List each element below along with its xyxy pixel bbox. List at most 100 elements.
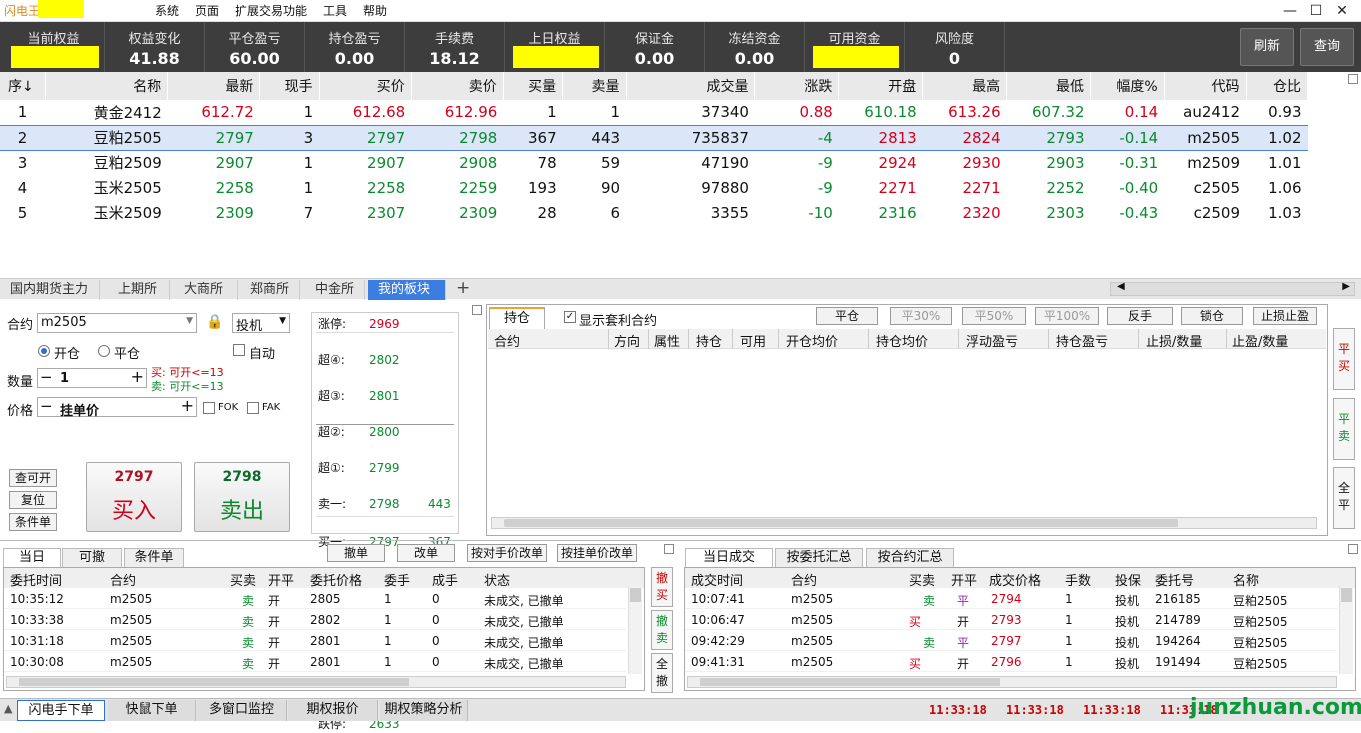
trades-hscrollbar[interactable] [687, 676, 1337, 688]
close-100-button[interactable]: 平100% [1035, 307, 1099, 325]
tab-positions[interactable]: 持仓 [489, 307, 545, 329]
cancel-sell-button[interactable]: 撤卖 [651, 610, 673, 650]
stop-loss-profit-button[interactable]: 止损止盈 [1253, 307, 1317, 325]
minus-icon[interactable]: − [40, 397, 53, 415]
orders-hscrollbar[interactable] [6, 676, 626, 688]
contract-select[interactable]: m2505 ▼ [37, 313, 197, 333]
col-header[interactable]: 状态 [484, 570, 510, 589]
sell-button[interactable]: 2798 卖出 [194, 462, 290, 532]
scroll-thumb[interactable] [504, 519, 1178, 527]
col-header[interactable]: 涨跌 [754, 72, 840, 100]
col-header[interactable]: 手数 [1065, 570, 1091, 589]
panel-toggle-icon[interactable] [664, 544, 674, 554]
col-header[interactable]: 合约 [494, 331, 520, 350]
tab-conditional[interactable]: 条件单 [124, 548, 184, 568]
tab-cancellable[interactable]: 可撤 [62, 548, 122, 568]
col-header[interactable]: 委托时间 [10, 570, 62, 589]
tab-by-contract[interactable]: 按合约汇总 [866, 548, 954, 568]
conditional-order-button[interactable]: 条件单 [9, 513, 57, 531]
col-header[interactable]: 代码 [1164, 72, 1247, 100]
reverse-button[interactable]: 反手 [1107, 307, 1173, 325]
tab-multi-window[interactable]: 多窗口监控 [197, 700, 287, 721]
scroll-left-icon[interactable]: ◀ [1117, 281, 1125, 292]
col-header[interactable]: 名称 [45, 72, 169, 100]
plus-icon[interactable]: + [131, 367, 144, 386]
modify-counterparty-button[interactable]: 按对手价改单 [467, 544, 547, 562]
minus-icon[interactable]: − [40, 368, 53, 386]
buy-button[interactable]: 2797 买入 [86, 462, 182, 532]
price-input[interactable]: − 挂单价 + [37, 396, 197, 419]
vertical-scrollbar[interactable] [628, 586, 642, 674]
modify-queue-button[interactable]: 按挂单价改单 [557, 544, 637, 562]
tab-czce[interactable]: 郑商所 [240, 280, 300, 300]
tab-mouse-order[interactable]: 快鼠下单 [108, 700, 196, 721]
quote-row[interactable]: 5 玉米2509 2309 7 2307 2309 28 6 3355 -10 2316 2320 23… [0, 200, 1308, 225]
col-header[interactable]: 成交时间 [691, 570, 743, 589]
col-header[interactable]: 开平 [268, 570, 294, 589]
cancel-order-button[interactable]: 撤单 [327, 544, 385, 562]
trade-row[interactable]: 10:06:47 m2505 买 开 2793 1 投机 214789 豆粕2505 [685, 609, 1337, 630]
quote-row[interactable]: 3 豆粕2509 2907 1 2907 2908 78 59 47190 -9 2924 2930 2… [0, 150, 1308, 175]
quote-row[interactable]: 2 豆粕2505 2797 3 2797 2798 367 443 735837 -4 2813 28… [0, 124, 1308, 151]
order-row[interactable]: 10:33:38 m2505 卖开 2802 1 0 未成交, 已撤单 [4, 609, 626, 630]
tab-today-orders[interactable]: 当日 [3, 548, 61, 568]
order-row[interactable]: 10:35:12 m2505 卖开 2805 1 0 未成交, 已撤单 [4, 588, 626, 609]
col-header[interactable]: 成手 [432, 570, 458, 589]
col-header[interactable]: 幅度% [1090, 72, 1165, 100]
expand-icon[interactable]: ▲ [4, 702, 12, 715]
close-sell-button[interactable]: 平卖 [1333, 398, 1355, 460]
close-icon[interactable]: ✕ [1332, 1, 1352, 21]
hedge-type-select[interactable]: 投机 ▼ [232, 313, 290, 334]
reset-button[interactable]: 复位 [9, 491, 57, 509]
col-header[interactable]: 持仓盈亏 [1056, 331, 1108, 350]
menu-extended-trading[interactable]: 扩展交易功能 [235, 2, 307, 19]
col-header[interactable]: 卖量 [562, 72, 627, 100]
panel-toggle-icon[interactable] [1348, 544, 1358, 554]
chevron-down-icon[interactable]: ▼ [279, 316, 286, 326]
col-header[interactable]: 持仓 [696, 331, 722, 350]
modify-order-button[interactable]: 改单 [397, 544, 455, 562]
col-header[interactable]: 开仓均价 [786, 331, 838, 350]
close-all-button[interactable]: 全平 [1333, 467, 1355, 529]
menu-system[interactable]: 系统 [155, 2, 179, 19]
vertical-scrollbar[interactable] [1339, 586, 1353, 674]
quantity-stepper[interactable]: − 1 + [37, 367, 147, 388]
open-radio[interactable] [38, 345, 50, 357]
scroll-right-icon[interactable]: ▶ [1342, 281, 1350, 292]
col-header[interactable]: 委手 [384, 570, 410, 589]
refresh-button[interactable]: 刷新 [1240, 28, 1294, 66]
tab-cffex[interactable]: 中金所 [305, 280, 365, 300]
menu-page[interactable]: 页面 [195, 2, 219, 19]
auto-checkbox[interactable] [233, 344, 245, 356]
col-header[interactable]: 买卖 [230, 570, 256, 589]
fak-checkbox[interactable] [247, 402, 259, 414]
tab-my-board[interactable]: 我的板块 [368, 280, 446, 300]
col-header[interactable]: 止盈/数量 [1232, 331, 1288, 350]
add-tab-icon[interactable]: + [456, 278, 470, 298]
minimize-icon[interactable]: — [1280, 1, 1300, 21]
query-available-button[interactable]: 查可开 [9, 469, 57, 487]
show-arbitrage-checkbox[interactable]: ✓ [564, 311, 576, 323]
col-header[interactable]: 浮动盈亏 [966, 331, 1018, 350]
col-header[interactable]: 买价 [319, 72, 412, 100]
limit-up-row[interactable]: 涨停: 2969 [312, 315, 458, 333]
panel-toggle-icon[interactable] [472, 305, 482, 315]
quote-row[interactable]: 4 玉米2505 2258 1 2258 2259 193 90 97880 -9 2271 2271… [0, 175, 1308, 200]
col-header[interactable]: 仓比 [1246, 72, 1309, 100]
col-header[interactable]: 买卖 [909, 570, 935, 589]
close-50-button[interactable]: 平50% [962, 307, 1026, 325]
close-buy-button[interactable]: 平买 [1333, 328, 1355, 390]
tab-by-order[interactable]: 按委托汇总 [775, 548, 863, 568]
tab-option-strategy[interactable]: 期权策略分析 [380, 700, 468, 721]
trade-row[interactable]: 10:07:41 m2505 卖 平 2794 1 投机 216185 豆粕2505 [685, 588, 1337, 609]
trade-row[interactable]: 09:42:29 m2505 卖 平 2797 1 投机 194264 豆粕2505 [685, 630, 1337, 651]
col-header[interactable]: 最新 [167, 72, 261, 100]
col-header[interactable]: 持仓均价 [876, 331, 928, 350]
col-header[interactable]: 卖价 [411, 72, 504, 100]
ask-row[interactable]: 超③: 2801 [312, 387, 458, 405]
tab-today-trades[interactable]: 当日成交 [685, 548, 773, 568]
order-row[interactable]: 10:30:08 m2505 卖开 2801 1 0 未成交, 已撤单 [4, 651, 626, 672]
plus-icon[interactable]: + [181, 396, 194, 415]
ask-row[interactable]: 超④: 2802 [312, 351, 458, 369]
trade-row[interactable]: 09:41:31 m2505 买 开 2796 1 投机 191494 豆粕2505 [685, 651, 1337, 672]
